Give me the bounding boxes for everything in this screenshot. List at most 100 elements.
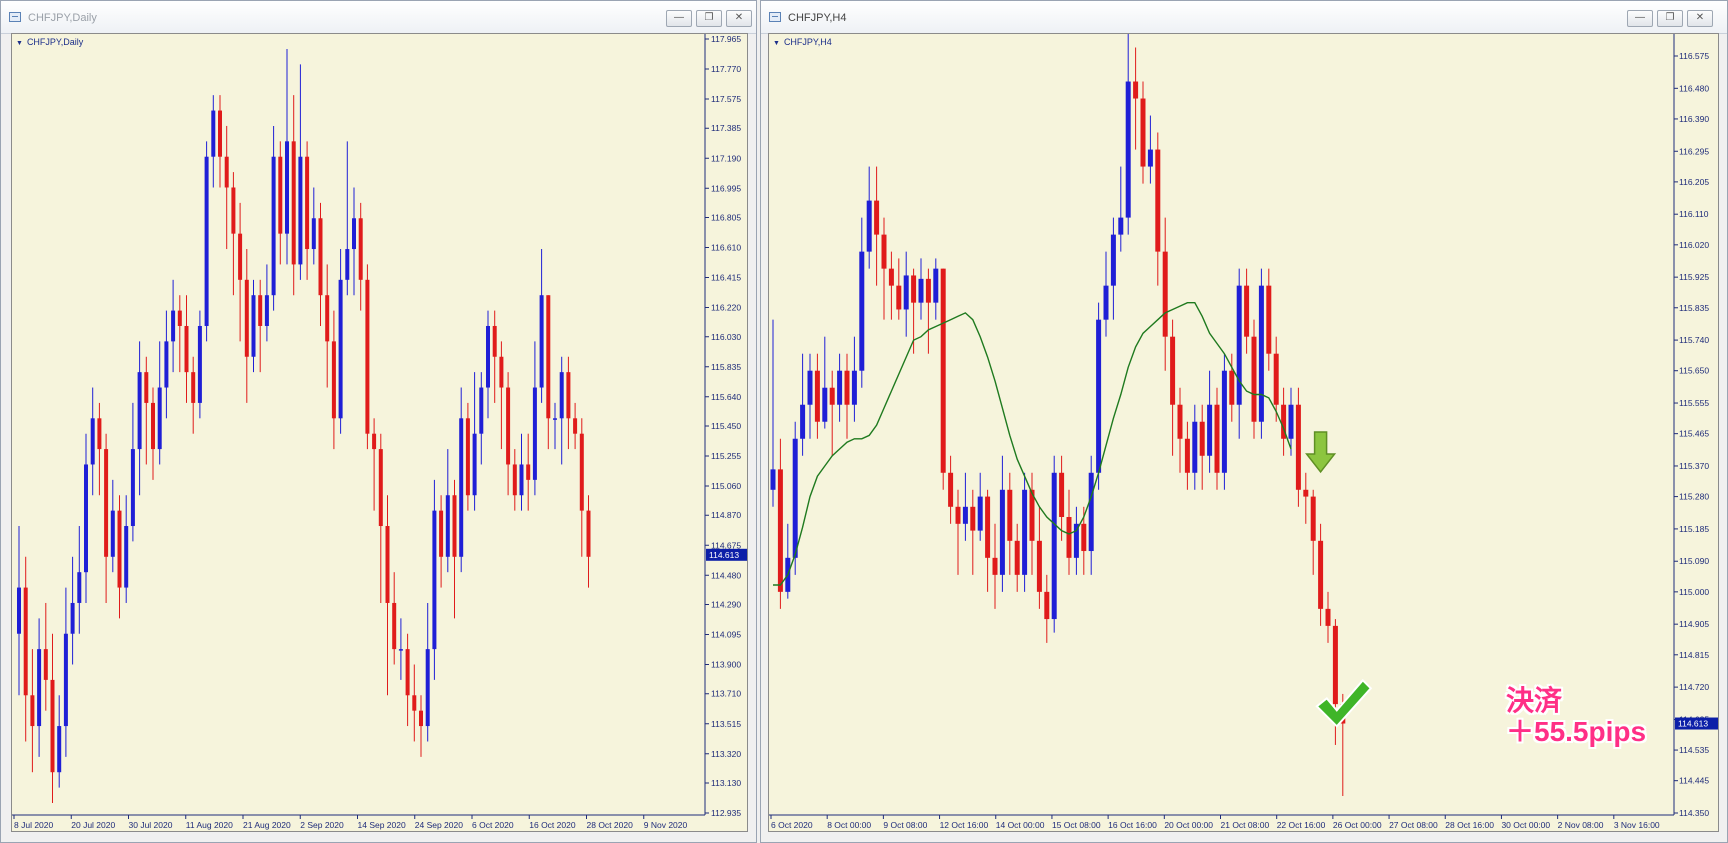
candle-body bbox=[30, 695, 35, 727]
time-tick-label: 28 Oct 2020 bbox=[587, 820, 634, 830]
candle-body bbox=[999, 489, 1005, 575]
candle-body bbox=[298, 156, 303, 265]
candle-body bbox=[573, 418, 578, 434]
candle-body bbox=[425, 649, 430, 727]
candle-body bbox=[345, 249, 350, 280]
candle-body bbox=[184, 325, 189, 373]
candle-body bbox=[104, 449, 109, 557]
h4-chart-area[interactable]: 116.575 116.480 116.390 116.295 116.205 116.1… bbox=[768, 33, 1719, 832]
candle-body bbox=[977, 496, 983, 531]
candle-body bbox=[258, 295, 263, 326]
candle-body bbox=[985, 496, 991, 558]
price-tick-label: 115.000 bbox=[1679, 587, 1709, 597]
candle-body bbox=[829, 387, 835, 405]
candle-body bbox=[318, 218, 323, 296]
h4-window-titlebar[interactable]: CHFJPY,H4 — ❐ ✕ bbox=[761, 1, 1727, 34]
candle-body bbox=[933, 268, 939, 303]
annotation-line-1: 決済 bbox=[1506, 685, 1563, 716]
candle-body bbox=[37, 649, 42, 727]
candle-body bbox=[378, 449, 383, 527]
time-tick-label: 30 Jul 2020 bbox=[129, 820, 173, 830]
candle-body bbox=[992, 557, 998, 575]
candle-body bbox=[1162, 251, 1168, 337]
daily-candlestick-chart[interactable]: 117.965 117.770 117.575 117.385 117.190 116.9… bbox=[12, 34, 747, 833]
time-tick-label: 9 Nov 2020 bbox=[644, 820, 688, 830]
candle-body bbox=[955, 506, 961, 524]
candle-body bbox=[50, 679, 55, 773]
candle-body bbox=[325, 295, 330, 342]
price-tick-label: 116.575 bbox=[1679, 51, 1709, 61]
restore-button[interactable]: ❐ bbox=[1657, 10, 1683, 27]
candle-body bbox=[445, 495, 450, 557]
candle-body bbox=[1073, 523, 1079, 558]
candle-body bbox=[792, 438, 798, 558]
candle-body bbox=[844, 370, 850, 405]
candle-body bbox=[459, 418, 464, 557]
candle-body bbox=[338, 279, 343, 419]
candle-body bbox=[231, 187, 236, 234]
price-tick-label: 115.060 bbox=[711, 481, 741, 491]
time-tick-label: 11 Aug 2020 bbox=[186, 820, 233, 830]
candle-body bbox=[285, 141, 289, 234]
candle-body bbox=[57, 726, 62, 773]
candle-body bbox=[17, 587, 21, 634]
time-tick-label: 6 Oct 2020 bbox=[771, 820, 813, 830]
price-tick-label: 115.090 bbox=[1679, 556, 1709, 566]
candle-body bbox=[1229, 370, 1235, 405]
h4-chart-label: ▼ CHFJPY,H4 bbox=[773, 37, 832, 47]
candle-body bbox=[499, 356, 504, 388]
candle-body bbox=[372, 433, 377, 450]
candle-body bbox=[586, 510, 591, 557]
time-tick-label: 9 Oct 08:00 bbox=[883, 820, 927, 830]
price-tick-label: 116.030 bbox=[711, 332, 741, 342]
daily-window-titlebar[interactable]: CHFJPY,Daily — ❐ ✕ bbox=[1, 1, 756, 34]
time-tick-label: 27 Oct 08:00 bbox=[1389, 820, 1438, 830]
sell-arrow-icon bbox=[1305, 431, 1337, 474]
candle-body bbox=[177, 310, 182, 326]
candle-body bbox=[124, 526, 129, 588]
price-tick-label: 113.320 bbox=[711, 749, 741, 759]
candle-body bbox=[1051, 472, 1057, 620]
price-tick-label: 116.390 bbox=[1679, 114, 1709, 124]
price-tick-label: 115.185 bbox=[1679, 524, 1709, 534]
candle-body bbox=[365, 279, 370, 434]
time-tick-label: 22 Oct 16:00 bbox=[1277, 820, 1326, 830]
price-tick-label: 117.190 bbox=[711, 153, 741, 163]
candle-body bbox=[157, 387, 162, 450]
close-button[interactable]: ✕ bbox=[726, 10, 752, 27]
minimize-button[interactable]: — bbox=[666, 10, 692, 27]
annotation-line-2: ＋55.5pips bbox=[1506, 716, 1647, 747]
candle-body bbox=[251, 295, 256, 357]
daily-chart-label: ▼ CHFJPY,Daily bbox=[16, 37, 83, 47]
minimize-button[interactable]: — bbox=[1627, 10, 1653, 27]
candle-body bbox=[1236, 285, 1242, 405]
price-tick-label: 115.280 bbox=[1679, 492, 1709, 502]
price-tick-label: 115.555 bbox=[1679, 398, 1709, 408]
candle-body bbox=[492, 325, 497, 357]
price-tick-label: 116.415 bbox=[711, 273, 741, 283]
close-button[interactable]: ✕ bbox=[1687, 10, 1713, 27]
candle-body bbox=[151, 402, 155, 450]
price-tick-label: 115.835 bbox=[1679, 303, 1709, 313]
candle-body bbox=[770, 469, 776, 490]
candle-body bbox=[579, 433, 584, 511]
candle-body bbox=[465, 418, 470, 496]
candle-body bbox=[358, 218, 363, 280]
candle-body bbox=[970, 506, 976, 531]
candle-body bbox=[532, 387, 537, 480]
price-tick-label: 115.465 bbox=[1679, 429, 1709, 439]
h4-chart-window[interactable]: CHFJPY,H4 — ❐ ✕ 116.575 116.480 116.390 116… bbox=[760, 0, 1728, 843]
candle-body bbox=[1332, 625, 1338, 705]
candle-body bbox=[278, 156, 283, 234]
candle-body bbox=[63, 633, 68, 727]
daily-chart-area[interactable]: 117.965 117.770 117.575 117.385 117.190 116.9… bbox=[11, 33, 748, 832]
daily-chart-window[interactable]: CHFJPY,Daily — ❐ ✕ 117.965 117.770 117.575… bbox=[0, 0, 757, 843]
price-tick-label: 115.740 bbox=[1679, 335, 1709, 345]
restore-button[interactable]: ❐ bbox=[696, 10, 722, 27]
candle-body bbox=[144, 372, 149, 403]
candle-body bbox=[77, 572, 82, 603]
candle-body bbox=[244, 279, 249, 357]
candle-body bbox=[1288, 404, 1294, 439]
candle-body bbox=[70, 602, 75, 634]
candle-body bbox=[896, 285, 902, 310]
